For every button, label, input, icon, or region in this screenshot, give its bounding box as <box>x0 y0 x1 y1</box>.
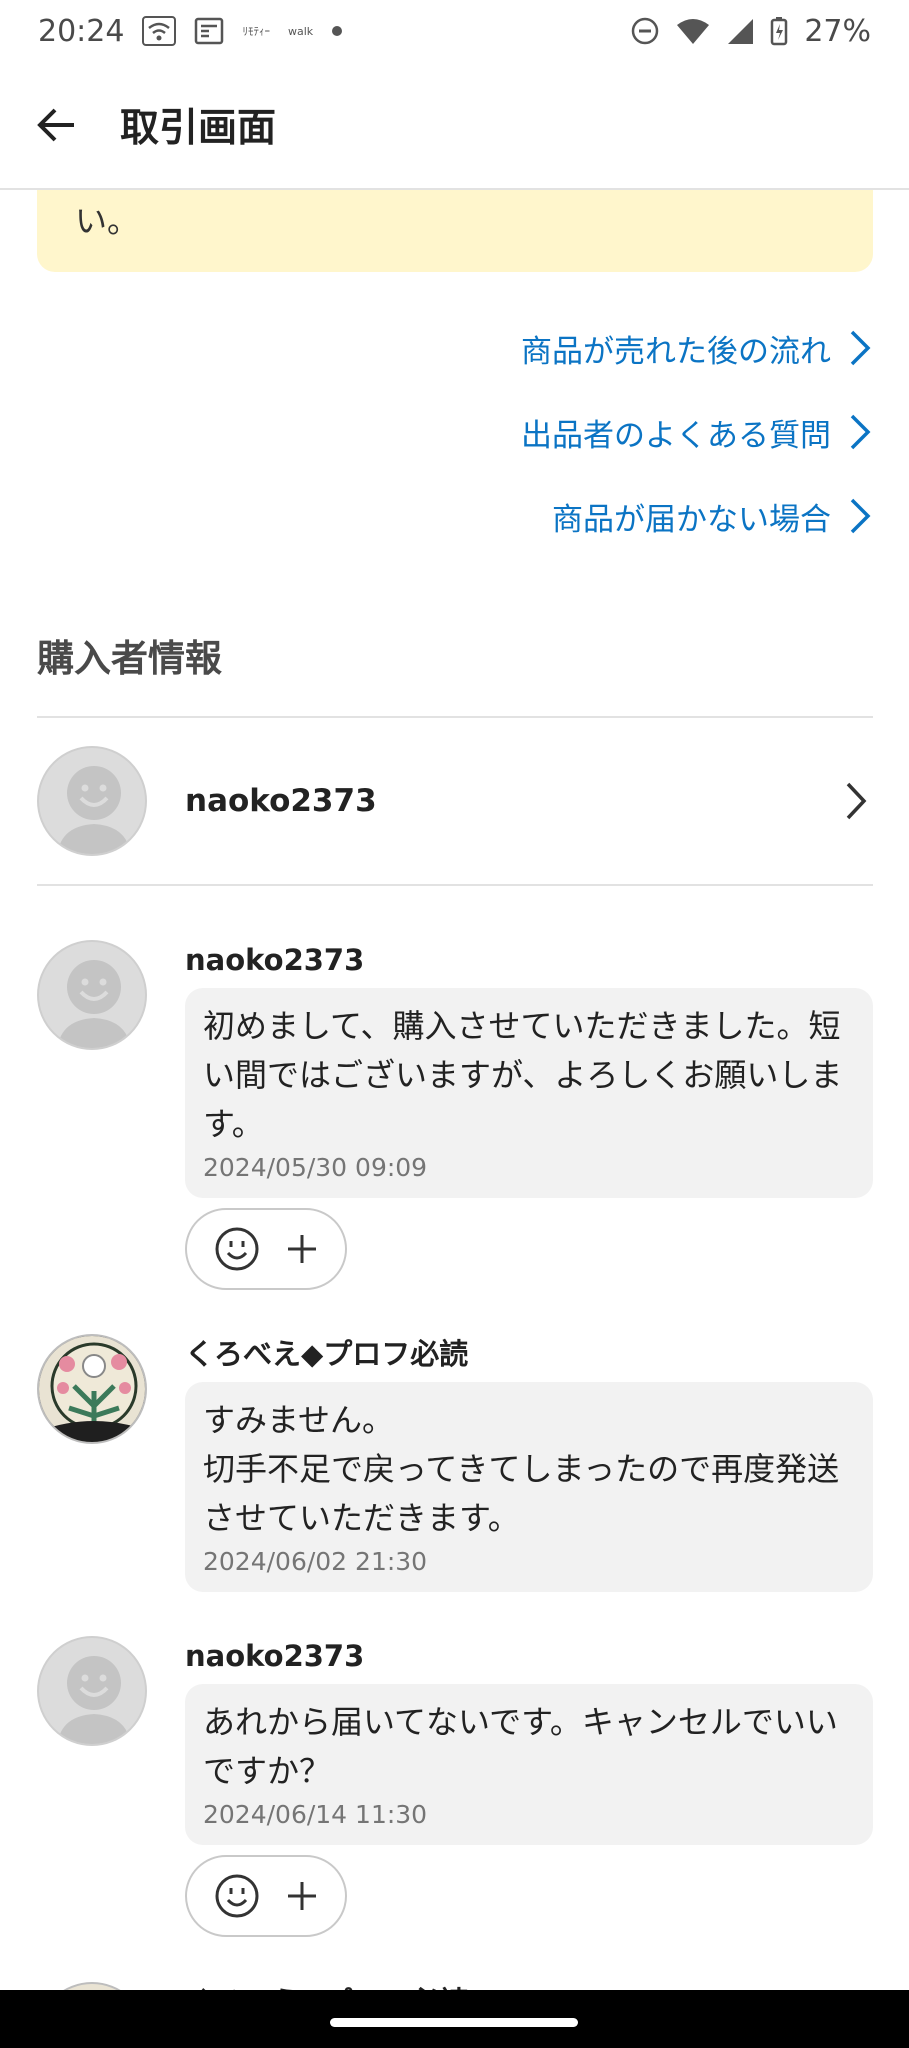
avatar[interactable] <box>37 940 147 1050</box>
smiley-icon <box>215 1874 259 1918</box>
help-link-item-not-arrived[interactable]: 商品が届かない場合 <box>552 490 871 542</box>
message-sender: naoko2373 <box>185 943 365 977</box>
flower-avatar-icon <box>39 1336 145 1442</box>
chevron-right-icon <box>850 414 871 450</box>
avatar-seller[interactable] <box>37 1982 147 1990</box>
message-body: くろべえ◆プロフ必読 すみません。 切手不足で戻ってきてしまったので再度発送させ… <box>185 1334 873 1592</box>
default-avatar-icon <box>57 1656 131 1744</box>
message-bubble: あれから届いてないです。キャンセルでいいですか？ 2024/06/14 11:3… <box>185 1684 873 1845</box>
battery-percent: 27% <box>804 13 871 49</box>
help-link-label: 商品が届かない場合 <box>552 501 831 538</box>
page-title: 取引画面 <box>120 106 277 151</box>
reaction-bar <box>185 1208 347 1290</box>
message-text: 初めまして、購入させていただきました。短い間ではございますが、よろしくお願いしま… <box>203 1007 843 1143</box>
arrow-left-icon <box>37 108 74 142</box>
message-body: naoko2373 初めまして、購入させていただきました。短い間ではございますが… <box>185 940 873 1290</box>
app-header: 取引画面 <box>0 62 909 190</box>
chevron-right-icon <box>850 330 871 366</box>
news-icon <box>194 17 224 45</box>
message-item: くろべえ◆プロフ必読 <box>37 1982 873 1990</box>
wifi-calling-icon <box>142 16 177 46</box>
plus-icon <box>288 1882 316 1910</box>
dot-icon <box>331 25 343 37</box>
avatar <box>37 746 147 856</box>
smiley-icon <box>215 1227 259 1271</box>
walk-app-icon: walk <box>287 24 314 38</box>
avatar-seller[interactable] <box>37 1334 147 1444</box>
message-sender: くろべえ◆プロフ必読 <box>185 1337 469 1371</box>
chevron-right-icon <box>850 498 871 534</box>
message-bubble: 初めまして、購入させていただきました。短い間ではございますが、よろしくお願いしま… <box>185 988 873 1198</box>
home-indicator[interactable] <box>330 2018 578 2027</box>
message-timestamp: 2024/06/02 21:30 <box>203 1547 428 1576</box>
buyer-profile-row[interactable]: naoko2373 <box>37 718 873 884</box>
message-text: あれから届いてないです。キャンセルでいいですか？ <box>203 1703 838 1790</box>
help-link-seller-faq[interactable]: 出品者のよくある質問 <box>521 406 871 458</box>
emoji-reaction-button[interactable] <box>213 1872 261 1920</box>
message-sender: naoko2373 <box>185 1639 365 1673</box>
wifi-icon <box>676 17 710 45</box>
back-button[interactable] <box>0 61 112 189</box>
remote-app-icon: ﾘﾓﾃｨｰ <box>242 24 270 38</box>
buyer-name: naoko2373 <box>185 783 377 819</box>
message-body: くろべえ◆プロフ必読 <box>185 1982 873 1990</box>
section-title-buyer-info: 購入者情報 <box>37 637 222 680</box>
message-bubble: すみません。 切手不足で戻ってきてしまったので再度発送させていただきます。 20… <box>185 1382 873 1592</box>
message-text: すみません。 切手不足で戻ってきてしまったので再度発送させていただきます。 <box>203 1401 840 1537</box>
emoji-reaction-button[interactable] <box>213 1225 261 1273</box>
message-sender: くろべえ◆プロフ必読 <box>185 1982 873 1990</box>
message-body: naoko2373 あれから届いてないです。キャンセルでいいですか？ 2024/… <box>185 1636 873 1937</box>
add-reaction-button[interactable] <box>285 1232 319 1266</box>
do-not-disturb-icon <box>630 16 660 46</box>
chevron-right-icon <box>846 782 867 820</box>
signal-icon <box>726 17 754 45</box>
add-reaction-button[interactable] <box>285 1879 319 1913</box>
plus-icon <box>288 1235 316 1263</box>
message-timestamp: 2024/06/14 11:30 <box>203 1800 428 1829</box>
clock: 20:24 <box>38 13 125 49</box>
default-avatar-icon <box>57 766 131 854</box>
reaction-bar <box>185 1855 347 1937</box>
help-links: 商品が売れた後の流れ 出品者のよくある質問 商品が届かない場合 <box>521 322 871 542</box>
message-timestamp: 2024/05/30 09:09 <box>203 1153 428 1182</box>
help-link-label: 商品が売れた後の流れ <box>521 333 831 370</box>
default-avatar-icon <box>57 960 131 1048</box>
help-link-after-sale-flow[interactable]: 商品が売れた後の流れ <box>521 322 871 374</box>
battery-charging-icon <box>770 16 788 46</box>
help-link-label: 出品者のよくある質問 <box>521 417 831 454</box>
notice-text: い。 <box>75 202 140 240</box>
status-bar: 20:24 ﾘﾓﾃｨｰ walk 27% <box>0 0 909 62</box>
notice-box: い。 <box>37 190 873 272</box>
avatar[interactable] <box>37 1636 147 1746</box>
divider <box>37 884 873 886</box>
